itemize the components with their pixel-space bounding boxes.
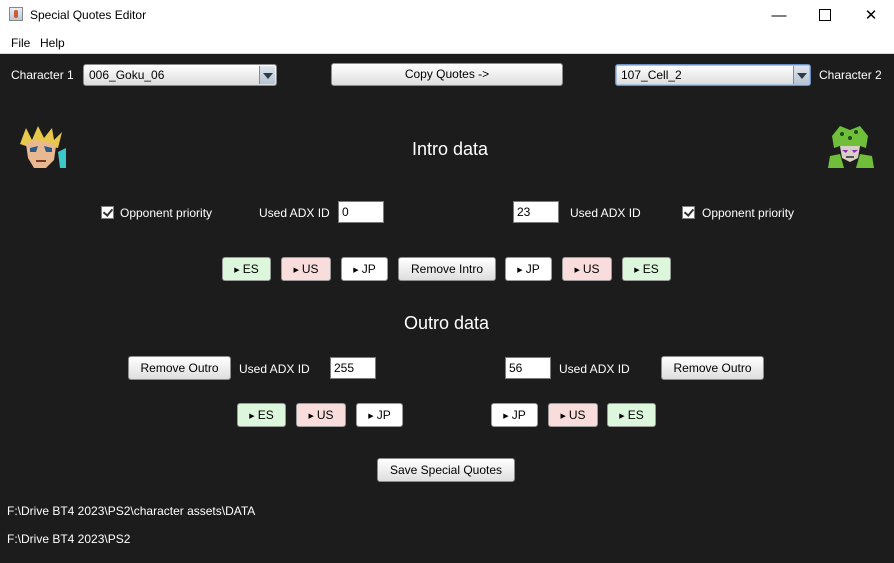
character-1-portrait	[18, 126, 66, 168]
outro-right-jp-button[interactable]: ▶ JP	[491, 403, 538, 427]
copy-quotes-label: Copy Quotes ->	[404, 67, 490, 81]
left-outro-adx-field[interactable]: 255	[330, 357, 376, 379]
data-path-text: F:\Drive BT4 2023\PS2\character assets\D…	[7, 504, 256, 518]
left-opponent-priority-checkbox[interactable]	[101, 206, 114, 219]
play-icon: ▶	[234, 267, 240, 274]
left-intro-adx-field[interactable]: 0	[338, 201, 384, 223]
window-title: Special Quotes Editor	[30, 8, 147, 22]
play-icon: ▶	[619, 413, 625, 420]
remove-intro-label: Remove Intro	[410, 262, 484, 276]
right-intro-adx-field[interactable]: 23	[513, 201, 559, 223]
chevron-down-icon	[259, 66, 275, 84]
outro-left-es-button[interactable]: ▶ ES	[237, 403, 286, 427]
play-icon: ▶	[574, 267, 580, 274]
left-remove-outro-button[interactable]: Remove Outro	[128, 356, 231, 380]
left-intro-adx-label: Used ADX ID	[259, 206, 330, 220]
play-icon: ▶	[368, 413, 374, 420]
chevron-down-icon	[793, 66, 809, 84]
play-icon: ▶	[353, 267, 359, 274]
play-icon: ▶	[293, 267, 299, 274]
right-remove-outro-label: Remove Outro	[673, 361, 752, 375]
close-button[interactable]: ✕	[848, 0, 894, 31]
play-icon: ▶	[503, 413, 509, 420]
outro-right-us-button[interactable]: ▶ US	[548, 403, 598, 427]
outro-left-us-button[interactable]: ▶ US	[296, 403, 346, 427]
title-bar: Special Quotes Editor — ✕	[0, 0, 894, 31]
menu-file[interactable]: File	[11, 36, 30, 50]
right-intro-adx-label: Used ADX ID	[570, 206, 641, 220]
save-label: Save Special Quotes	[389, 463, 503, 477]
right-outro-adx-label: Used ADX ID	[559, 362, 630, 376]
intro-right-jp-button[interactable]: ▶ JP	[505, 257, 552, 281]
outro-right-es-button[interactable]: ▶ ES	[607, 403, 656, 427]
outro-left-jp-button[interactable]: ▶ JP	[356, 403, 403, 427]
play-icon: ▶	[634, 267, 640, 274]
java-app-icon	[9, 7, 23, 21]
minimize-button[interactable]: —	[756, 0, 802, 31]
play-icon: ▶	[308, 413, 314, 420]
character-1-label: Character 1	[11, 68, 74, 82]
intro-left-us-button[interactable]: ▶ US	[281, 257, 331, 281]
right-opponent-priority-label: Opponent priority	[702, 206, 795, 220]
character-2-label: Character 2	[819, 68, 882, 82]
play-icon: ▶	[249, 413, 255, 420]
character-2-portrait	[826, 126, 874, 168]
maximize-icon	[819, 9, 831, 21]
character-2-select[interactable]: 107_Cell_2	[615, 64, 811, 86]
copy-quotes-button[interactable]: Copy Quotes ->	[331, 63, 563, 86]
play-icon: ▶	[560, 413, 566, 420]
left-outro-adx-label: Used ADX ID	[239, 362, 310, 376]
menu-help[interactable]: Help	[40, 36, 65, 50]
left-remove-outro-label: Remove Outro	[140, 361, 219, 375]
character-2-value: 107_Cell_2	[621, 68, 682, 82]
intro-right-us-button[interactable]: ▶ US	[562, 257, 612, 281]
root-path-text: F:\Drive BT4 2023\PS2	[7, 532, 131, 546]
right-opponent-priority-checkbox[interactable]	[682, 206, 695, 219]
intro-section-title: Intro data	[412, 139, 489, 159]
menu-bar: File Help	[0, 31, 894, 54]
save-special-quotes-button[interactable]: Save Special Quotes	[377, 458, 515, 482]
intro-left-jp-button[interactable]: ▶ JP	[341, 257, 388, 281]
intro-right-es-button[interactable]: ▶ ES	[622, 257, 671, 281]
character-1-value: 006_Goku_06	[89, 68, 165, 82]
left-opponent-priority-label: Opponent priority	[120, 206, 213, 220]
character-1-select[interactable]: 006_Goku_06	[83, 64, 277, 86]
play-icon: ▶	[517, 267, 523, 274]
right-remove-outro-button[interactable]: Remove Outro	[661, 356, 764, 380]
intro-left-es-button[interactable]: ▶ ES	[222, 257, 271, 281]
outro-section-title: Outro data	[404, 313, 490, 333]
right-outro-adx-field[interactable]: 56	[505, 357, 551, 379]
remove-intro-button[interactable]: Remove Intro	[398, 257, 496, 281]
